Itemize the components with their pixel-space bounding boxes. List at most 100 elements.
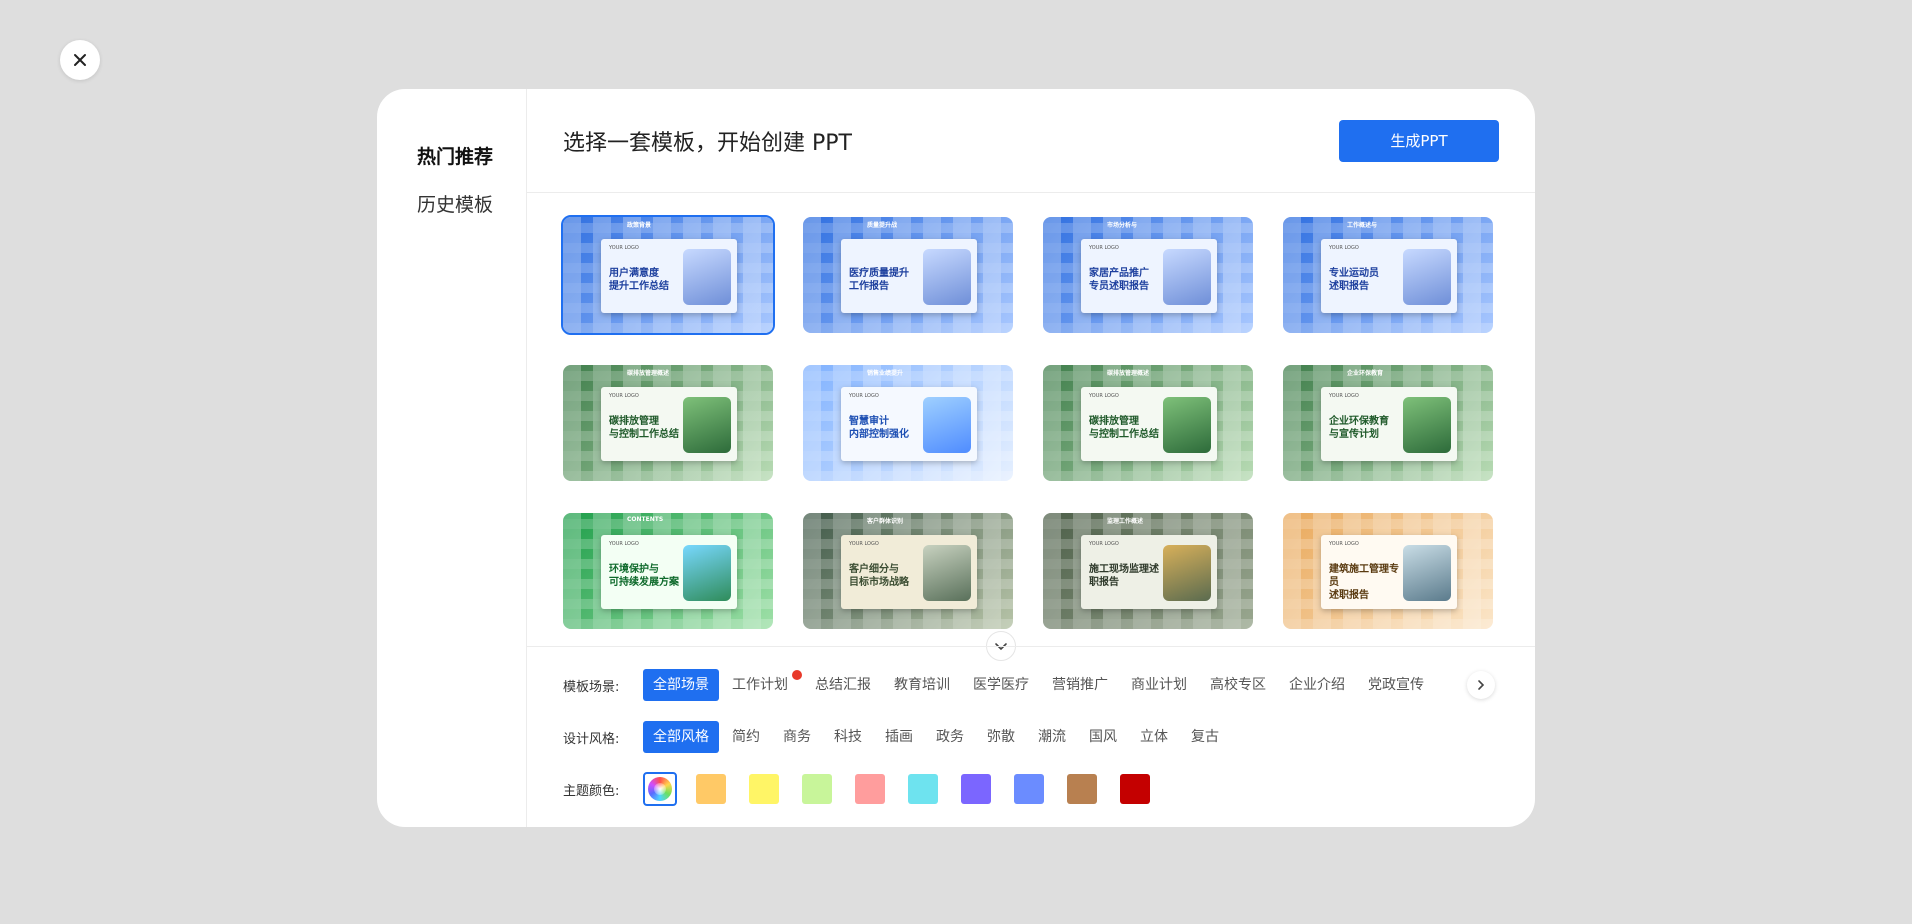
style-filter-row: 设计风格: 全部风格 简约 商务 科技 插画 政务 弥散 潮流 国风 立体 复古 <box>563 721 1232 753</box>
scene-filter-row: 模板场景: 全部场景 工作计划 总结汇报 教育培训 医学医疗 营销推广 商业计划 高校专区 企业… <box>563 669 1437 701</box>
template-image <box>1163 397 1211 453</box>
template-card[interactable]: 市场分析与 YOUR LOGO 家居产品推广 专员述职报告 <box>1043 217 1253 333</box>
template-section-label: 市场分析与 <box>1107 222 1138 229</box>
template-title: 家居产品推广 专员述职报告 <box>1089 268 1149 292</box>
chevron-right-icon <box>1478 680 1485 690</box>
template-image <box>683 397 731 453</box>
template-title: 碳排放管理 与控制工作总结 <box>1089 416 1159 440</box>
style-chip[interactable]: 科技 <box>824 721 872 753</box>
template-title: 客户细分与 目标市场战略 <box>849 564 909 588</box>
scene-chips: 全部场景 工作计划 总结汇报 教育培训 医学医疗 营销推广 商业计划 高校专区 企业介绍 党政宣传 <box>643 669 1437 701</box>
scene-chip[interactable]: 医学医疗 <box>963 669 1039 701</box>
template-image <box>683 545 731 601</box>
template-image <box>1163 545 1211 601</box>
close-button[interactable] <box>60 40 100 80</box>
template-cover: YOUR LOGO 智慧审计 内部控制强化 <box>841 387 977 461</box>
template-image <box>923 397 971 453</box>
style-chip[interactable]: 商务 <box>773 721 821 753</box>
template-card[interactable]: 销售业绩提升 YOUR LOGO 智慧审计 内部控制强化 <box>803 365 1013 481</box>
style-chip[interactable]: 插画 <box>875 721 923 753</box>
sidebar-item-history[interactable]: 历史模板 <box>377 181 526 229</box>
color-filter-label: 主题颜色: <box>563 783 620 799</box>
template-logo: YOUR LOGO <box>1089 541 1119 547</box>
template-image <box>923 249 971 305</box>
filter-panel: 模板场景: 全部场景 工作计划 总结汇报 教育培训 医学医疗 营销推广 商业计划 高校专区 企业… <box>527 646 1535 827</box>
template-logo: YOUR LOGO <box>1329 541 1359 547</box>
template-logo: YOUR LOGO <box>609 393 639 399</box>
main-panel: 选择一套模板，开始创建 PPT 生成PPT 政策背景 YOUR LOGO 用户满… <box>527 89 1535 827</box>
template-card[interactable]: 质量提升战 医疗质量提升 工作报告 <box>803 217 1013 333</box>
template-card[interactable]: YOUR LOGO 建筑施工管理专员 述职报告 <box>1283 513 1493 629</box>
template-cover: YOUR LOGO 施工现场监理述职报告 <box>1081 535 1217 609</box>
template-title: 环境保护与 可持续发展方案 <box>609 564 679 588</box>
style-chip[interactable]: 潮流 <box>1028 721 1076 753</box>
scene-chip[interactable]: 企业介绍 <box>1279 669 1355 701</box>
template-title: 智慧审计 内部控制强化 <box>849 416 909 440</box>
color-swatch[interactable] <box>1067 774 1097 804</box>
template-card[interactable]: 客户群体识别 YOUR LOGO 客户细分与 目标市场战略 <box>803 513 1013 629</box>
color-swatch[interactable] <box>908 774 938 804</box>
scene-scroll-next-button[interactable] <box>1467 671 1495 699</box>
template-title: 施工现场监理述职报告 <box>1089 564 1159 588</box>
color-swatch[interactable] <box>961 774 991 804</box>
template-cover: YOUR LOGO 企业环保教育 与宣传计划 <box>1321 387 1457 461</box>
style-chip[interactable]: 全部风格 <box>643 721 719 753</box>
template-card[interactable]: CONTENTS YOUR LOGO 环境保护与 可持续发展方案 <box>563 513 773 629</box>
scene-chip[interactable]: 商业计划 <box>1121 669 1197 701</box>
template-card[interactable]: 碳排放管理概述 YOUR LOGO 碳排放管理 与控制工作总结 <box>1043 365 1253 481</box>
scene-chip[interactable]: 营销推广 <box>1042 669 1118 701</box>
color-swatch[interactable] <box>696 774 726 804</box>
color-swatch[interactable] <box>1120 774 1150 804</box>
template-section-label: 质量提升战 <box>867 222 898 229</box>
style-chip[interactable]: 国风 <box>1079 721 1127 753</box>
template-section-label: 监理工作概述 <box>1107 518 1144 525</box>
color-swatch[interactable] <box>855 774 885 804</box>
close-icon <box>74 54 86 66</box>
template-card[interactable]: 政策背景 YOUR LOGO 用户满意度 提升工作总结 <box>561 215 775 335</box>
template-logo: YOUR LOGO <box>609 245 639 251</box>
color-swatch-all[interactable] <box>643 772 677 806</box>
color-swatch[interactable] <box>749 774 779 804</box>
color-swatch[interactable] <box>802 774 832 804</box>
scene-chip[interactable]: 党政宣传 <box>1358 669 1434 701</box>
template-section-label: 销售业绩提升 <box>867 370 904 377</box>
color-swatch[interactable] <box>1014 774 1044 804</box>
template-card[interactable]: 碳排放管理概述 YOUR LOGO 碳排放管理 与控制工作总结 <box>563 365 773 481</box>
template-image <box>683 249 731 305</box>
style-chip[interactable]: 简约 <box>722 721 770 753</box>
sidebar-item-hot[interactable]: 热门推荐 <box>377 133 526 181</box>
template-logo: YOUR LOGO <box>1329 393 1359 399</box>
template-cover: YOUR LOGO 碳排放管理 与控制工作总结 <box>601 387 737 461</box>
generate-ppt-button[interactable]: 生成PPT <box>1339 119 1499 162</box>
template-section-label: 企业环保教育 <box>1347 370 1384 377</box>
scene-chip[interactable]: 总结汇报 <box>805 669 881 701</box>
template-logo: YOUR LOGO <box>1329 245 1359 251</box>
style-chip[interactable]: 政务 <box>926 721 974 753</box>
sidebar: 热门推荐 历史模板 <box>377 89 527 827</box>
template-cover: YOUR LOGO 客户细分与 目标市场战略 <box>841 535 977 609</box>
template-cover: 医疗质量提升 工作报告 <box>841 239 977 313</box>
template-logo: YOUR LOGO <box>609 541 639 547</box>
template-section-label: 碳排放管理概述 <box>627 370 670 377</box>
color-wheel-icon <box>648 777 672 801</box>
template-logo: YOUR LOGO <box>1089 245 1119 251</box>
scene-chip[interactable]: 教育培训 <box>884 669 960 701</box>
template-card[interactable]: 监理工作概述 YOUR LOGO 施工现场监理述职报告 <box>1043 513 1253 629</box>
template-card[interactable]: 企业环保教育 YOUR LOGO 企业环保教育 与宣传计划 <box>1283 365 1493 481</box>
color-filter-row: 主题颜色: <box>563 772 1173 806</box>
style-chip[interactable]: 复古 <box>1181 721 1229 753</box>
scene-chip[interactable]: 全部场景 <box>643 669 719 701</box>
template-cover: YOUR LOGO 环境保护与 可持续发展方案 <box>601 535 737 609</box>
template-cover: YOUR LOGO 专业运动员 述职报告 <box>1321 239 1457 313</box>
template-title: 建筑施工管理专员 述职报告 <box>1329 564 1399 601</box>
style-chip[interactable]: 弥散 <box>977 721 1025 753</box>
template-section-label: 客户群体识别 <box>867 518 904 525</box>
scene-chip[interactable]: 工作计划 <box>722 669 802 701</box>
template-logo: YOUR LOGO <box>849 541 879 547</box>
template-section-label: CONTENTS <box>627 516 664 523</box>
style-chip[interactable]: 立体 <box>1130 721 1178 753</box>
scene-chip[interactable]: 高校专区 <box>1200 669 1276 701</box>
template-modal: 热门推荐 历史模板 选择一套模板，开始创建 PPT 生成PPT 政策背景 YOU… <box>377 89 1535 827</box>
template-card[interactable]: 工作概述与 YOUR LOGO 专业运动员 述职报告 <box>1283 217 1493 333</box>
template-logo: YOUR LOGO <box>1089 393 1119 399</box>
